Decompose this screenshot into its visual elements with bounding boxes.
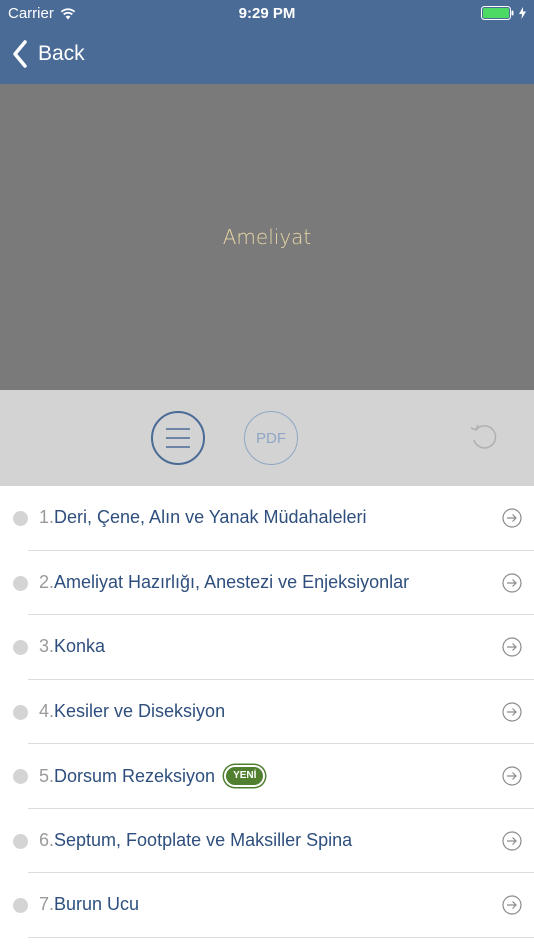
list-item[interactable]: 6. Septum, Footplate ve Maksiller Spina [0, 809, 534, 874]
item-label: 2. Ameliyat Hazırlığı, Anestezi ve Enjek… [39, 572, 409, 593]
status-time: 9:29 PM [238, 5, 296, 22]
list-item[interactable]: 5. Dorsum Rezeksiyon YENİ [0, 744, 534, 809]
arrow-right-circle-icon[interactable] [502, 572, 522, 593]
list-item[interactable]: 3. Konka [0, 615, 534, 680]
item-title: Septum, Footplate ve Maksiller Spina [54, 829, 353, 850]
status-bar: Carrier 9:29 PM [0, 0, 534, 28]
status-dot [13, 898, 28, 913]
reset-icon [470, 424, 497, 449]
item-title: Kesiler ve Diseksiyon [54, 700, 226, 721]
pdf-button[interactable]: PDF [244, 411, 298, 465]
item-title: Burun Ucu [54, 894, 140, 914]
arrow-right-circle-icon[interactable] [502, 637, 522, 657]
status-dot [13, 640, 28, 655]
chapter-list: 1. Deri, Çene, Alın ve Yanak Müdahaleler… [0, 486, 534, 938]
item-title: Konka [54, 636, 106, 656]
menu-icon [166, 428, 190, 448]
item-label: 1. Deri, Çene, Alın ve Yanak Müdahaleler… [39, 507, 367, 528]
item-label: 5. Dorsum Rezeksiyon YENİ [39, 765, 266, 787]
item-number: 7. [39, 894, 55, 914]
charging-bolt-icon [519, 7, 526, 19]
arrow-right-circle-icon[interactable] [502, 895, 522, 915]
item-number: 3. [39, 636, 55, 656]
list-item[interactable]: 2. Ameliyat Hazırlığı, Anestezi ve Enjek… [0, 551, 534, 616]
list-item[interactable]: 1. Deri, Çene, Alın ve Yanak Müdahaleler… [0, 486, 534, 551]
item-title: Deri, Çene, Alın ve Yanak Müdahaleleri [54, 507, 367, 527]
item-title: Ameliyat Hazırlığı, Anestezi ve Enjeksiy… [54, 571, 410, 592]
arrow-right-circle-icon[interactable] [502, 701, 522, 722]
arrow-right-circle-icon[interactable] [502, 830, 522, 851]
hero-title: Ameliyat [222, 225, 312, 249]
status-dot [13, 769, 28, 784]
new-badge: YENİ [224, 765, 266, 787]
toolbar: PDF [0, 390, 534, 486]
battery-icon [481, 6, 514, 20]
status-dot [13, 704, 28, 720]
item-number: 2. [39, 571, 55, 592]
chevron-left-icon [13, 40, 27, 68]
battery-indicator [481, 6, 526, 20]
reset-button[interactable] [462, 415, 506, 459]
item-title: Dorsum Rezeksiyon [54, 765, 216, 786]
status-dot [13, 511, 28, 526]
back-label: Back [38, 42, 85, 65]
item-label: 6. Septum, Footplate ve Maksiller Spina [39, 830, 352, 851]
item-number: 6. [39, 829, 55, 850]
item-number: 5. [39, 765, 55, 786]
back-button[interactable]: Back [12, 40, 85, 68]
pdf-label: PDF [256, 429, 286, 447]
status-dot [13, 833, 28, 849]
list-view-button[interactable] [151, 411, 205, 465]
hero-banner: Ameliyat [0, 84, 534, 390]
item-number: 4. [39, 700, 55, 721]
item-label: 7. Burun Ucu [39, 894, 139, 915]
item-number: 1. [39, 507, 55, 527]
item-label: 4. Kesiler ve Diseksiyon [39, 701, 225, 722]
list-item[interactable]: 4. Kesiler ve Diseksiyon [0, 680, 534, 745]
arrow-right-circle-icon[interactable] [502, 766, 522, 786]
arrow-right-circle-icon[interactable] [502, 508, 522, 528]
item-label: 3. Konka [39, 636, 105, 657]
navigation-bar: Back [0, 28, 534, 84]
status-dot [13, 575, 28, 591]
list-item[interactable]: 7. Burun Ucu [0, 873, 534, 938]
